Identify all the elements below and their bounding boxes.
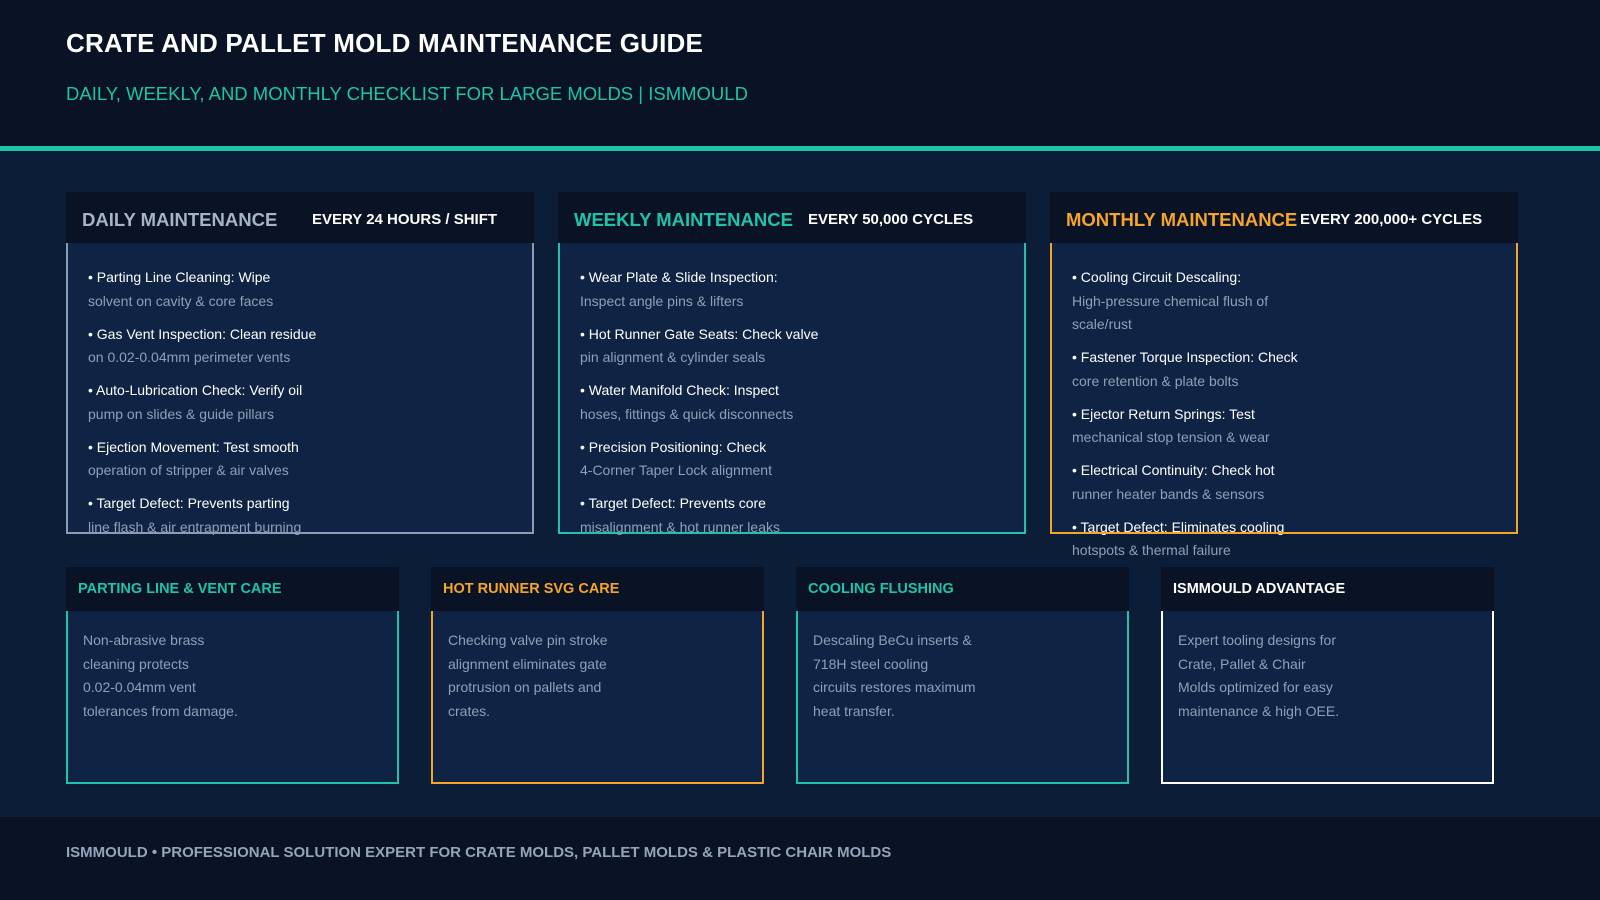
checklist-item: • Fastener Torque Inspection: Check core… [1072,346,1492,393]
checklist-item: • Target Defect: Prevents core misalignm… [580,492,1000,539]
checklist-item-desc: Inspect angle pins & lifters [580,292,744,309]
footer: ISMMOULD • PROFESSIONAL SOLUTION EXPERT … [0,817,1600,900]
card-header: HOT RUNNER SVG CARE [431,567,764,611]
checklist-item-title: • Target Defect: Eliminates cooling [1072,518,1285,535]
page-title: CRATE AND PALLET MOLD MAINTENANCE GUIDE [66,28,704,58]
checklist-item-title: • Fastener Torque Inspection: Check [1072,349,1298,365]
checklist-item-desc: misalignment & hot runner leaks [580,518,780,535]
weekly-card-header: WEEKLY MAINTENANCE EVERY 50,000 CYCLES [558,192,1026,243]
checklist-item: • Gas Vent Inspection: Clean residue on … [88,323,508,370]
hot-runner-card: HOT RUNNER SVG CARE Checking valve pin s… [431,567,764,784]
monthly-card-bottom-border [1050,532,1518,534]
checklist-item: • Electrical Continuity: Check hot runne… [1072,459,1492,506]
card-body: Checking valve pin stroke alignment elim… [448,632,608,719]
daily-checklist: • Parting Line Cleaning: Wipe solvent on… [88,266,508,549]
weekly-card-frequency: EVERY 50,000 CYCLES [808,211,974,228]
checklist-item-desc: operation of stripper & air valves [88,462,289,478]
checklist-item-title: • Auto-Lubrication Check: Verify oil [88,382,303,398]
monthly-checklist: • Cooling Circuit Descaling: High-pressu… [1072,266,1492,572]
parting-line-card: PARTING LINE & VENT CARE Non-abrasive br… [66,567,399,784]
checklist-item: • Precision Positioning: Check 4-Corner … [580,436,1000,483]
checklist-item-desc: mechanical stop tension & wear [1072,429,1270,445]
checklist-item-desc: solvent on cavity & core faces [88,292,274,309]
checklist-item-desc: on 0.02-0.04mm perimeter vents [88,349,291,365]
daily-maintenance-card: DAILY MAINTENANCE EVERY 24 HOURS / SHIFT… [66,192,534,535]
checklist-item: • Ejector Return Springs: Test mechanica… [1072,403,1492,450]
card-header: COOLING FLUSHING [796,567,1129,611]
header: CRATE AND PALLET MOLD MAINTENANCE GUIDE … [0,0,1600,146]
checklist-item-title: • Water Manifold Check: Inspect [580,382,779,398]
card-header: ISMMOULD ADVANTAGE [1161,567,1494,611]
checklist-item-title: • Precision Positioning: Check [580,438,767,455]
monthly-maintenance-card: MONTHLY MAINTENANCE EVERY 200,000+ CYCLE… [1050,192,1518,558]
checklist-item: • Auto-Lubrication Check: Verify oil pum… [88,379,508,426]
monthly-card-header: MONTHLY MAINTENANCE EVERY 200,000+ CYCLE… [1050,192,1518,243]
checklist-item-title: • Parting Line Cleaning: Wipe [88,269,271,285]
checklist-item-desc: hoses, fittings & quick disconnects [580,405,794,422]
checklist-item-title: • Gas Vent Inspection: Clean residue [88,325,317,342]
header-accent-divider [0,146,1600,151]
checklist-item: • Target Defect: Prevents parting line f… [88,492,508,539]
weekly-checklist: • Wear Plate & Slide Inspection: Inspect… [580,266,1000,549]
checklist-item-title: • Ejection Movement: Test smooth [88,438,299,455]
checklist-item-desc: core retention & plate bolts [1072,372,1239,389]
checklist-item-desc: runner heater bands & sensors [1072,485,1265,502]
checklist-item-title: • Hot Runner Gate Seats: Check valve [580,325,819,342]
checklist-item: • Cooling Circuit Descaling: High-pressu… [1072,266,1492,337]
card-body: Expert tooling designs for Crate, Pallet… [1178,632,1340,719]
card-title: COOLING FLUSHING [808,581,954,597]
checklist-item-title: • Cooling Circuit Descaling: [1072,269,1242,285]
checklist-item-desc: line flash & air entrapment burning [88,518,302,535]
card-title: ISMMOULD ADVANTAGE [1173,581,1346,597]
cooling-flushing-card: COOLING FLUSHING Descaling BeCu inserts … [796,567,1129,784]
checklist-item-title: • Target Defect: Prevents parting [88,495,290,511]
monthly-card-title: MONTHLY MAINTENANCE [1066,209,1298,230]
ismmould-advantage-card: ISMMOULD ADVANTAGE Expert tooling design… [1161,567,1494,784]
card-body: Descaling BeCu inserts & 718H steel cool… [813,632,976,719]
checklist-item-desc: hotspots & thermal failure [1072,542,1231,558]
checklist-item: • Parting Line Cleaning: Wipe solvent on… [88,266,508,313]
checklist-item: • Wear Plate & Slide Inspection: Inspect… [580,266,1000,313]
card-title: PARTING LINE & VENT CARE [78,581,282,597]
card-title: HOT RUNNER SVG CARE [443,581,620,597]
checklist-item: • Hot Runner Gate Seats: Check valve pin… [580,323,1000,370]
monthly-card-frequency: EVERY 200,000+ CYCLES [1300,211,1483,228]
card-body: Non-abrasive brass cleaning protects 0.0… [83,632,238,719]
checklist-item-desc: pump on slides & guide pillars [88,405,274,422]
checklist-item-title: • Target Defect: Prevents core [580,495,766,511]
checklist-item-title: • Ejector Return Springs: Test [1072,405,1255,422]
weekly-maintenance-card: WEEKLY MAINTENANCE EVERY 50,000 CYCLES •… [558,192,1026,535]
daily-card-title: DAILY MAINTENANCE [82,209,278,230]
weekly-card-title: WEEKLY MAINTENANCE [574,209,793,230]
checklist-item-title: • Wear Plate & Slide Inspection: [580,269,778,285]
checklist-item: • Target Defect: Eliminates cooling hots… [1072,516,1492,563]
footer-text: ISMMOULD • PROFESSIONAL SOLUTION EXPERT … [66,844,892,861]
checklist-item-desc: 4-Corner Taper Lock alignment [580,462,772,478]
card-header: PARTING LINE & VENT CARE [66,567,399,611]
checklist-item-desc: High-pressure chemical flush of scale/ru… [1072,292,1269,333]
page-subtitle: DAILY, WEEKLY, AND MONTHLY CHECKLIST FOR… [66,83,748,104]
checklist-item: • Water Manifold Check: Inspect hoses, f… [580,379,1000,426]
daily-card-header: DAILY MAINTENANCE EVERY 24 HOURS / SHIFT [66,192,534,243]
daily-card-frequency: EVERY 24 HOURS / SHIFT [312,211,498,228]
checklist-item-desc: pin alignment & cylinder seals [580,349,766,365]
checklist-item: • Ejection Movement: Test smooth operati… [88,436,508,483]
checklist-item-title: • Electrical Continuity: Check hot [1072,462,1275,478]
